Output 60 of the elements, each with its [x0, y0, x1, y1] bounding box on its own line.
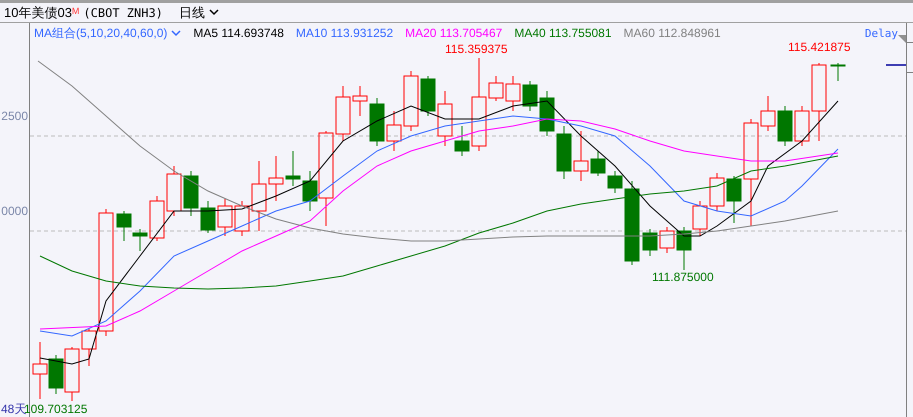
moving-average-value: MA20 113.705467 — [405, 25, 502, 42]
badge-mark: M — [72, 5, 80, 18]
candlestick — [200, 200, 216, 234]
candlestick — [692, 200, 708, 236]
candlestick — [184, 170, 198, 216]
ma-group-dropdown[interactable]: MA组合(5,10,20,40,60,0) — [34, 24, 182, 42]
candlestick — [540, 90, 554, 136]
candlestick — [82, 328, 96, 366]
candlestick — [506, 76, 520, 112]
candlestick — [252, 160, 266, 232]
candlestick — [404, 70, 418, 132]
candlestick — [642, 228, 658, 256]
moving-average-value: MA5 114.693748 — [193, 25, 284, 42]
chevron-down-icon — [208, 9, 219, 16]
candlestick — [488, 76, 504, 102]
moving-average-value: MA10 113.931252 — [296, 25, 394, 42]
candlestick — [590, 150, 606, 176]
price-label: 115.421875 — [788, 41, 851, 53]
corner-triangle-icon — [898, 35, 906, 43]
candlestick — [132, 228, 148, 252]
candlestick — [760, 96, 776, 132]
chevron-down-icon — [171, 30, 182, 36]
candlestick — [830, 62, 846, 82]
candlestick — [336, 86, 350, 142]
candlestick — [660, 226, 674, 254]
candlestick — [574, 130, 588, 182]
moving-average-value: MA60 112.848961 — [624, 25, 721, 42]
day-count: 48天 — [1, 401, 26, 417]
delay-label: Delay — [864, 26, 898, 42]
axis-label: 0000 — [1, 205, 28, 217]
candlestick — [64, 346, 80, 402]
price-label: 111.875000 — [652, 271, 714, 283]
price-marker — [886, 64, 906, 66]
candlestick — [710, 172, 724, 212]
moving-average-value: MA40 113.755081 — [514, 25, 612, 42]
period-dropdown[interactable]: 日线 — [178, 2, 219, 22]
candlestick — [726, 176, 742, 224]
candlestick — [676, 226, 692, 270]
candlestick — [386, 110, 402, 152]
candlestick — [556, 126, 572, 180]
candlestick — [116, 210, 132, 242]
candlestick — [234, 200, 250, 236]
candlestick — [522, 80, 538, 112]
candlestick — [794, 106, 810, 146]
candlestick — [150, 196, 164, 242]
candlestick — [420, 76, 436, 116]
candlestick — [454, 126, 470, 156]
instrument-code: (CBOT ZNH3) — [83, 4, 163, 22]
candlestick — [438, 90, 452, 146]
candlestick — [370, 98, 384, 146]
candlestick — [352, 86, 368, 116]
price-label: 115.359375 — [445, 43, 508, 55]
candlestick — [778, 106, 792, 146]
candlestick — [286, 150, 300, 186]
candlestick — [166, 166, 182, 216]
instrument-title: 10年美债03 — [4, 4, 72, 22]
candlestick — [268, 156, 284, 202]
candlestick — [608, 170, 622, 194]
axis-label: 2500 — [1, 110, 28, 122]
candlestick — [218, 198, 232, 236]
